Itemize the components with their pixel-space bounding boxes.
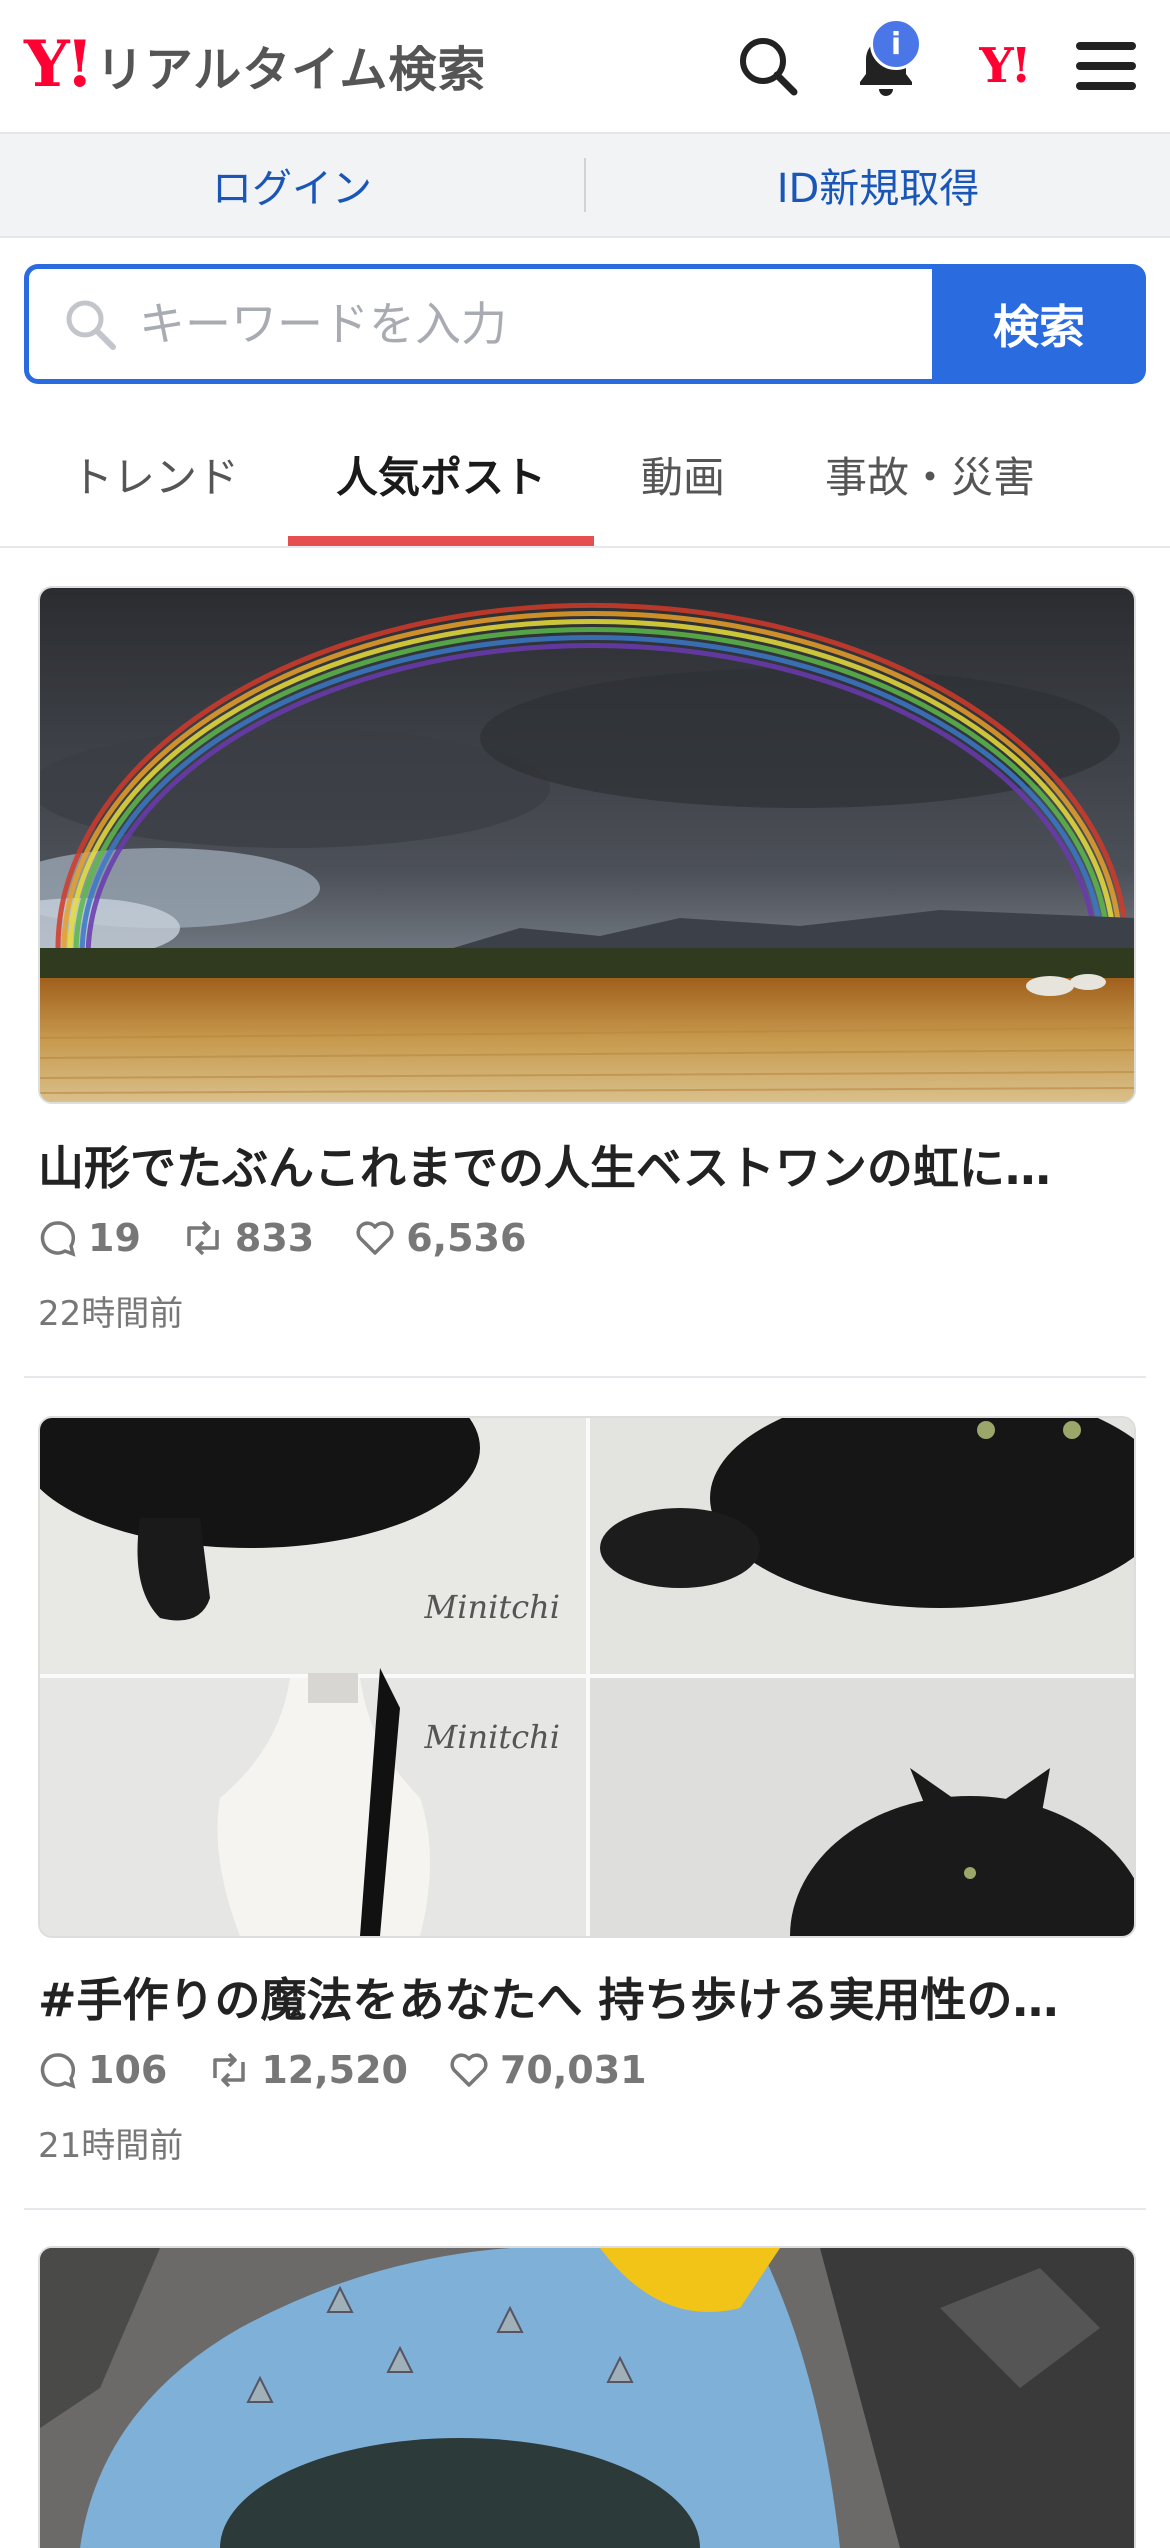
notification-bell-icon[interactable]: i [846, 18, 926, 106]
tab-popular-posts[interactable]: 人気ポスト [288, 444, 594, 505]
repost-count-value: 833 [234, 1216, 315, 1260]
reply-count[interactable]: 19 [38, 1216, 141, 1260]
search-field-icon [66, 300, 116, 350]
post-divider [24, 2208, 1146, 2210]
repost-count[interactable]: 833 [181, 1216, 314, 1260]
like-count[interactable]: 70,031 [448, 2048, 647, 2092]
post-divider [24, 1376, 1146, 1378]
reply-count-value: 106 [88, 2048, 168, 2092]
post-stats: 106 12,520 70,031 [38, 2048, 687, 2092]
search-box [24, 264, 932, 384]
post-title[interactable]: 山形でたぶんこれまでの人生ベストワンの虹に… [38, 1132, 1051, 1198]
post-image-cat-bag[interactable]: Minitchi Minitchi [38, 1416, 1136, 1938]
like-count-value: 70,031 [499, 2048, 647, 2092]
tab-videos[interactable]: 動画 [626, 444, 740, 505]
repost-count[interactable]: 12,520 [207, 2048, 408, 2092]
yahoo-account-icon[interactable]: Y! [964, 26, 1044, 106]
tab-accidents-disasters[interactable]: 事故・災害 [810, 444, 1050, 505]
login-bar: ログイン ID新規取得 [0, 134, 1170, 238]
post-stats: 19 833 6,536 [38, 1216, 566, 1260]
search-input[interactable] [137, 296, 932, 352]
repost-icon [213, 2052, 246, 2088]
app-header: Y! リアルタイム検索 i Y! [0, 0, 1170, 134]
yahoo-mark: Y! [979, 38, 1031, 94]
search-button[interactable]: 検索 [932, 264, 1146, 384]
repost-icon [187, 1220, 219, 1256]
tab-trend[interactable]: トレンド [70, 444, 240, 505]
heart-icon [356, 1221, 394, 1255]
reply-icon [40, 2053, 76, 2089]
register-link[interactable]: ID新規取得 [586, 156, 1170, 214]
like-count[interactable]: 6,536 [354, 1216, 526, 1260]
like-count-value: 6,536 [406, 1216, 527, 1260]
login-link[interactable]: ログイン [0, 156, 584, 214]
heart-icon [450, 2053, 488, 2087]
menu-icon[interactable] [1066, 26, 1146, 106]
post-time: 22時間前 [38, 1294, 184, 1334]
post-card[interactable]: Minitchi Minitchi #手作りの魔法をあなたへ 持ち歩ける実用性の… [24, 1416, 1146, 2210]
post-time: 21時間前 [38, 2126, 184, 2166]
post-image-rainbow[interactable] [38, 586, 1136, 1104]
post-card[interactable]: 山形でたぶんこれまでの人生ベストワンの虹に… 19 833 6,536 22時間… [24, 586, 1146, 1378]
post-image-illustration[interactable] [38, 2246, 1136, 2548]
yahoo-realtime-logo[interactable]: Y! リアルタイム検索 [24, 30, 486, 100]
notification-badge: i [870, 18, 922, 70]
search-bar: 検索 [24, 264, 1146, 384]
post-card[interactable] [24, 2246, 1146, 2548]
logo-title: リアルタイム検索 [95, 42, 487, 98]
watermark-text: Minitchi [424, 1588, 560, 1626]
reply-count[interactable]: 106 [38, 2048, 167, 2092]
active-tab-indicator [288, 536, 594, 546]
yahoo-logo-mark: Y! [24, 27, 94, 102]
search-icon[interactable] [728, 26, 808, 106]
repost-count-value: 12,520 [261, 2048, 408, 2092]
watermark-text: Minitchi [424, 1718, 560, 1756]
reply-count-value: 19 [88, 1216, 141, 1260]
category-tabs: トレンド 人気ポスト 動画 事故・災害 [0, 410, 1170, 548]
post-title[interactable]: #手作りの魔法をあなたへ 持ち歩ける実用性の… [38, 1964, 1059, 2030]
reply-icon [40, 1221, 76, 1257]
